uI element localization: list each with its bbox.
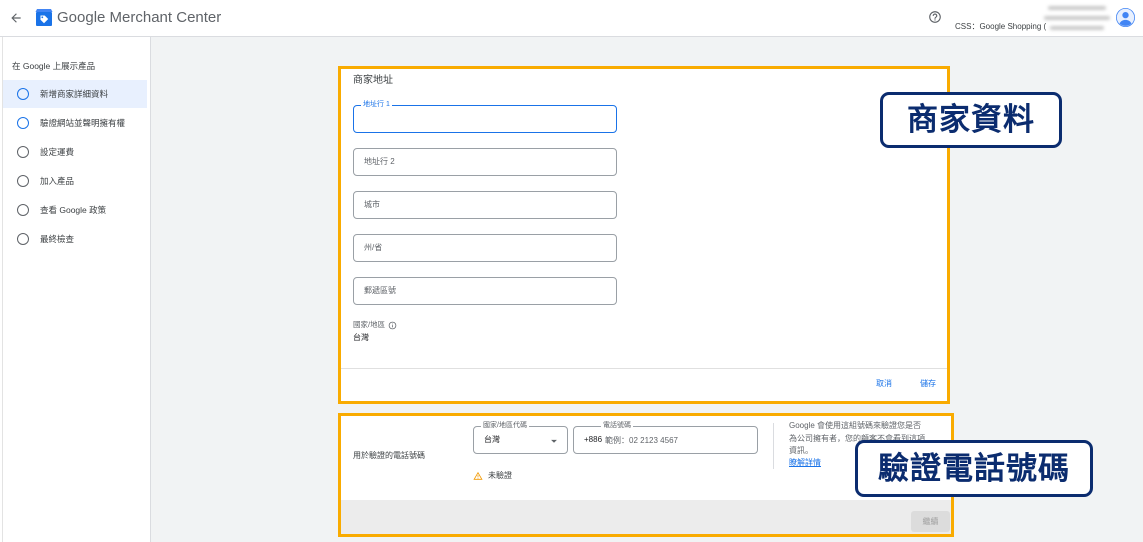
step-status-circle-icon [17, 233, 29, 245]
step-label: 設定運費 [40, 147, 75, 157]
step-status-circle-icon [17, 146, 29, 158]
step-label: 驗證網站並聲明擁有權 [40, 118, 126, 128]
redacted-text-line [1050, 26, 1104, 30]
business-info-callout: 商家資料 [880, 92, 1062, 148]
card-title: 商家地址 [353, 75, 393, 86]
state-input[interactable] [354, 235, 616, 261]
warning-icon [473, 471, 483, 480]
account-label[interactable]: CSS：Google Shopping ( [955, 22, 1046, 32]
step-label: 新增商家詳細資料 [40, 89, 109, 99]
redacted-text-line [1044, 16, 1110, 20]
verification-status: 未驗證 [473, 471, 512, 481]
phone-country-prefix: +886 [584, 435, 603, 444]
sidebar-title: 在 Google 上展示產品 [12, 61, 96, 71]
merchant-center-page: Google Merchant Center CSS：Google Shoppi… [0, 0, 1143, 542]
status-text: 未驗證 [488, 471, 512, 480]
help-icon[interactable] [928, 10, 942, 24]
sidebar-step-add-business-info[interactable]: 新增商家詳細資料 [3, 80, 147, 108]
business-address-card: 商家地址 地址行 1 地址行 2 城市 州/省 郵遞區號 國家/地區 台灣 取消… [338, 66, 950, 404]
app-title: Google Merchant Center [57, 9, 222, 26]
country-code-label: 國家/地區代碼 [481, 422, 529, 430]
country-label-row: 國家/地區 [353, 320, 397, 330]
sidebar-step-google-policies[interactable]: 查看 Google 政策 [3, 196, 147, 224]
phone-number-input[interactable] [602, 427, 757, 453]
phone-verification-callout: 驗證電話號碼 [855, 440, 1093, 497]
postal-code-input[interactable] [354, 278, 616, 304]
city-input[interactable] [354, 192, 616, 218]
save-button[interactable]: 儲存 [920, 379, 936, 389]
sidebar-step-add-products[interactable]: 加入產品 [3, 167, 147, 195]
address-line-1-field[interactable]: 地址行 1 [353, 101, 617, 133]
state-field[interactable]: 州/省 [353, 234, 617, 262]
phone-number-label: 電話號碼 [601, 422, 633, 430]
phone-number-field[interactable]: 電話號碼 +886 [573, 422, 758, 454]
step-label: 最終檢查 [40, 234, 75, 244]
country-code-select[interactable]: 國家/地區代碼 台灣 [473, 422, 568, 454]
address-line-1-input[interactable] [354, 106, 616, 132]
sidebar-step-final-review[interactable]: 最終檢查 [3, 225, 147, 253]
country-value: 台灣 [353, 333, 369, 342]
top-app-bar: Google Merchant Center CSS：Google Shoppi… [0, 0, 1143, 37]
setup-steps-sidebar: 在 Google 上展示產品 新增商家詳細資料 驗證網站並聲明擁有權 設定運費 … [2, 37, 151, 542]
phone-section-label: 用於驗證的電話號碼 [353, 451, 425, 460]
divider [341, 368, 947, 369]
country-code-value: 台灣 [484, 435, 500, 444]
info-icon[interactable] [388, 321, 397, 330]
step-status-circle-icon [17, 204, 29, 216]
postal-code-field[interactable]: 郵遞區號 [353, 277, 617, 305]
card-footer: 繼續 [341, 500, 951, 534]
address-line-2-field[interactable]: 地址行 2 [353, 148, 617, 176]
step-status-circle-icon [17, 117, 29, 129]
country-label: 國家/地區 [353, 320, 386, 329]
step-status-circle-icon [17, 88, 29, 100]
arrow-back-icon[interactable] [9, 11, 23, 25]
learn-more-link[interactable]: 瞭解詳情 [789, 458, 821, 468]
merchant-center-logo-icon [35, 9, 53, 26]
step-label: 查看 Google 政策 [40, 205, 107, 215]
dropdown-arrow-icon [551, 439, 557, 443]
sidebar-step-verify-website[interactable]: 驗證網站並聲明擁有權 [3, 109, 147, 137]
step-status-circle-icon [17, 175, 29, 187]
redacted-account-info [1042, 3, 1112, 33]
step-label: 加入產品 [40, 176, 75, 186]
divider [773, 423, 774, 469]
city-field[interactable]: 城市 [353, 191, 617, 219]
sidebar-step-shipping[interactable]: 設定運費 [3, 138, 147, 166]
continue-button[interactable]: 繼續 [911, 511, 950, 532]
avatar-icon[interactable] [1116, 8, 1135, 27]
cancel-button[interactable]: 取消 [876, 379, 892, 389]
address-line-2-input[interactable] [354, 149, 616, 175]
redacted-text-line [1048, 6, 1106, 10]
